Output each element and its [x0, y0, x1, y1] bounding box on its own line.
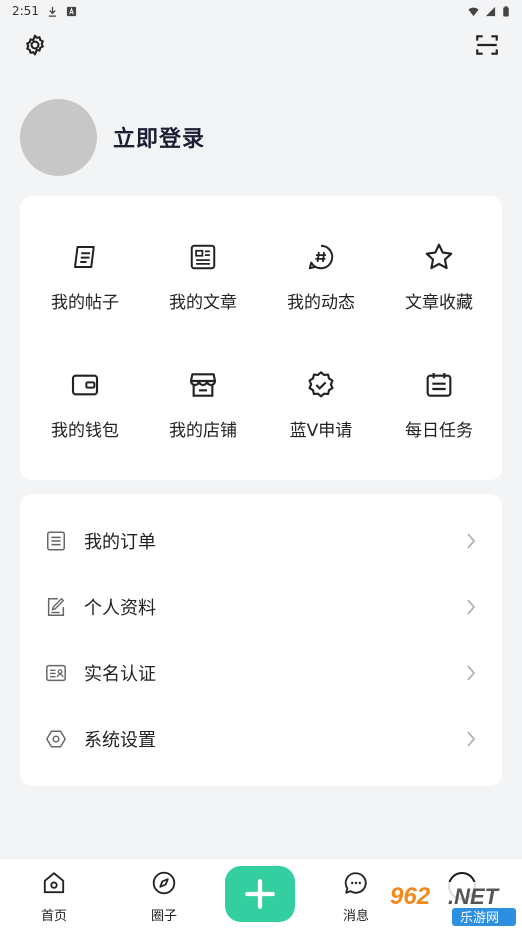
- hexagon-settings-icon: [46, 730, 66, 748]
- order-list-icon: [47, 531, 65, 551]
- calendar-icon: [426, 373, 452, 397]
- status-time: 2:51: [12, 4, 39, 18]
- signal-icon: [485, 6, 496, 16]
- svg-text:.NET: .NET: [448, 884, 500, 909]
- nav-item-messages[interactable]: 消息: [326, 869, 386, 924]
- top-bar: [0, 30, 522, 62]
- menu-list-card: 我的订单 个人资料 实名认证 系统设置: [20, 494, 502, 786]
- list-item-profile-info[interactable]: 个人资料: [20, 574, 502, 640]
- chevron-right-icon: [467, 665, 476, 681]
- battery-icon: [503, 5, 509, 17]
- grid-item-my-store[interactable]: 我的店铺: [143, 368, 263, 441]
- list-item-my-orders[interactable]: 我的订单: [20, 508, 502, 574]
- login-link[interactable]: 立即登录: [113, 121, 205, 153]
- chat-icon: [344, 872, 367, 894]
- plus-icon: [245, 879, 275, 909]
- compass-icon: [152, 871, 176, 895]
- scan-button[interactable]: [472, 30, 502, 60]
- create-post-button[interactable]: [225, 866, 295, 922]
- grid-item-my-posts[interactable]: 我的帖子: [25, 240, 145, 313]
- article-icon: [190, 244, 216, 270]
- svg-text:962: 962: [390, 883, 431, 910]
- chevron-right-icon: [467, 731, 476, 747]
- chevron-right-icon: [467, 599, 476, 615]
- gear-icon: [26, 34, 44, 56]
- hashtag-icon: [308, 244, 334, 270]
- post-icon: [74, 246, 95, 268]
- grid-item-my-wallet[interactable]: 我的钱包: [25, 368, 145, 441]
- grid-item-blue-v-apply[interactable]: 蓝V申请: [261, 368, 381, 441]
- wallet-icon: [71, 374, 99, 396]
- profile-section[interactable]: 立即登录: [20, 98, 205, 176]
- status-bar: 2:51: [0, 0, 522, 22]
- scan-icon: [476, 35, 498, 55]
- grid-item-article-favorites[interactable]: 文章收藏: [379, 240, 499, 313]
- settings-button[interactable]: [20, 30, 50, 60]
- svg-text:乐游网: 乐游网: [460, 911, 499, 926]
- list-item-real-name-verification[interactable]: 实名认证: [20, 640, 502, 706]
- edit-profile-icon: [47, 598, 65, 616]
- avatar[interactable]: [20, 98, 97, 176]
- list-item-system-settings[interactable]: 系统设置: [20, 706, 502, 772]
- grid-item-my-updates[interactable]: 我的动态: [261, 240, 381, 313]
- grid-item-daily-tasks[interactable]: 每日任务: [379, 368, 499, 441]
- wifi-icon: [468, 7, 479, 16]
- watermark-logo: 962 .NET 乐游网: [380, 868, 520, 928]
- nav-item-circle[interactable]: 圈子: [134, 869, 194, 924]
- grid-item-my-articles[interactable]: 我的文章: [143, 240, 263, 313]
- id-card-icon: [46, 664, 66, 682]
- feature-grid-card: 我的帖子 我的文章 我的动态 文章收藏 我的钱包 我的店铺 蓝V申请 每日任务: [20, 196, 502, 480]
- store-icon: [189, 373, 217, 397]
- verified-badge-icon: [308, 371, 334, 398]
- nav-item-home[interactable]: 首页: [24, 869, 84, 924]
- notification-a-icon: [66, 6, 77, 16]
- home-icon: [43, 872, 65, 894]
- chevron-right-icon: [467, 533, 476, 549]
- download-icon: [48, 6, 57, 17]
- star-icon: [425, 243, 453, 270]
